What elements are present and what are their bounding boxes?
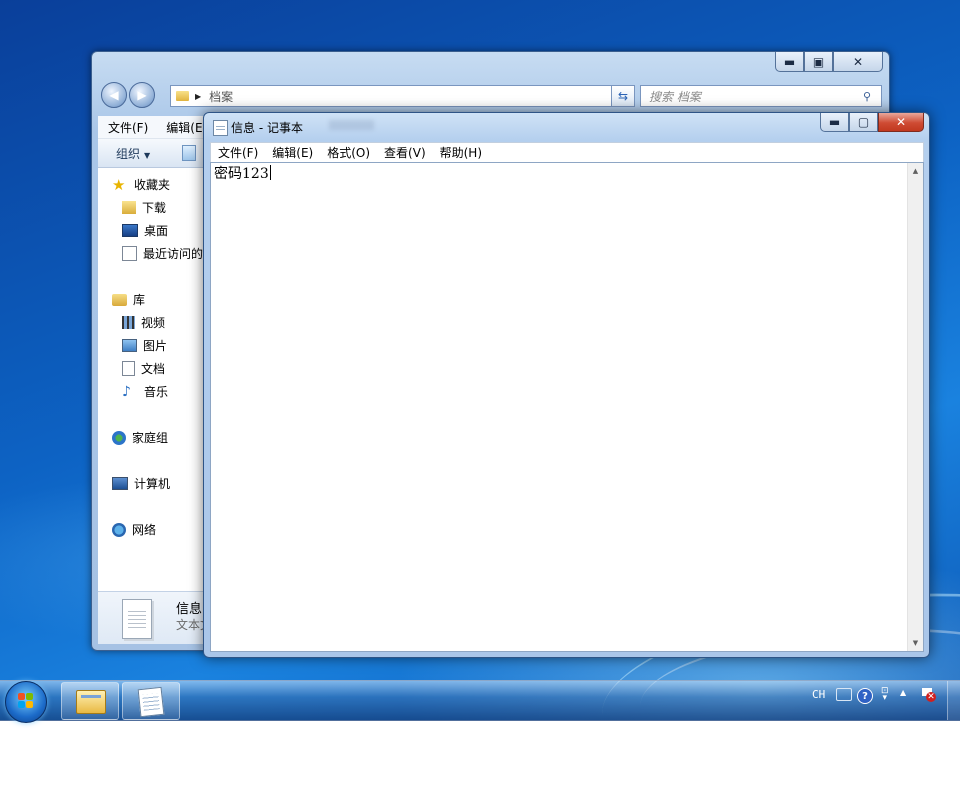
folder-icon <box>176 91 189 101</box>
notepad-app-icon <box>137 686 165 718</box>
notepad-window: 信息 - 记事本 ▬ ▢ ✕ 文件(F) 编辑(E) 格式(O) 查看(V) 帮… <box>203 112 930 658</box>
nav-item-label: 下载 <box>142 201 167 215</box>
explorer-maximize-button[interactable]: ▣ <box>804 52 833 72</box>
nav-item-downloads[interactable]: 下载 <box>122 199 166 216</box>
menu-file[interactable]: 文件(F) <box>211 144 265 161</box>
input-method-indicator[interactable]: CH <box>812 688 825 701</box>
vertical-scrollbar[interactable]: ▲ ▼ <box>907 163 923 651</box>
desktop-icon <box>122 224 138 237</box>
nav-item-pictures[interactable]: 图片 <box>122 337 167 354</box>
nav-item-documents[interactable]: 文档 <box>122 360 165 377</box>
explorer-close-button[interactable]: ✕ <box>833 52 883 72</box>
forward-button[interactable]: ▶ <box>129 82 155 108</box>
scroll-down-arrow-icon[interactable]: ▼ <box>908 635 923 651</box>
notepad-close-button[interactable]: ✕ <box>878 113 924 132</box>
notepad-menu-bar: 文件(F) 编辑(E) 格式(O) 查看(V) 帮助(H) <box>210 142 924 163</box>
action-center-flag-icon[interactable] <box>920 688 936 702</box>
scroll-up-arrow-icon[interactable]: ▲ <box>908 163 923 179</box>
menu-format[interactable]: 格式(O) <box>320 144 377 161</box>
nav-item-label: 桌面 <box>144 224 169 238</box>
title-glass-blur <box>329 120 374 130</box>
windows-logo-icon <box>18 693 34 709</box>
notepad-content[interactable]: 密码123 <box>214 165 271 183</box>
video-icon <box>122 316 135 329</box>
nav-homegroup-label: 家庭组 <box>132 431 169 445</box>
text-caret <box>269 165 271 180</box>
nav-item-label: 图片 <box>143 339 168 353</box>
back-arrow-icon: ◀ <box>109 88 119 102</box>
nav-network[interactable]: 网络 <box>112 521 156 538</box>
nav-computer[interactable]: 计算机 <box>112 475 170 492</box>
nav-item-desktop[interactable]: 桌面 <box>122 222 168 239</box>
show-hidden-icons-icon[interactable]: ▲ <box>900 688 906 697</box>
notepad-minimize-button[interactable]: ▬ <box>820 113 849 132</box>
nav-network-label: 网络 <box>132 523 157 537</box>
music-note-icon: ♪ <box>122 383 131 400</box>
library-folder-icon <box>112 293 127 306</box>
homegroup-icon <box>112 430 126 445</box>
menu-help[interactable]: 帮助(H) <box>433 144 489 161</box>
taskbar-notepad-button[interactable] <box>122 682 180 720</box>
menu-view[interactable]: 查看(V) <box>377 144 433 161</box>
search-placeholder[interactable]: 搜索 档案 <box>641 88 863 105</box>
organize-button[interactable]: 组织 ▼ <box>98 145 150 162</box>
picture-icon <box>122 339 137 352</box>
text-file-icon <box>122 599 152 639</box>
explorer-caption-buttons: ▬ ▣ ✕ <box>775 52 883 72</box>
nav-item-label: 视频 <box>141 316 166 330</box>
nav-favorites-label: 收藏夹 <box>134 178 171 192</box>
back-button[interactable]: ◀ <box>101 82 127 108</box>
star-icon: ★ <box>112 175 126 194</box>
downloads-folder-icon <box>122 201 136 214</box>
nav-libraries-label: 库 <box>133 293 146 307</box>
nav-item-recent[interactable]: 最近访问的 <box>122 245 203 262</box>
computer-icon <box>112 477 128 490</box>
nav-homegroup[interactable]: 家庭组 <box>112 429 168 446</box>
nav-computer-label: 计算机 <box>134 477 171 491</box>
toolbar-item-icon[interactable] <box>182 145 197 161</box>
organize-label: 组织 <box>116 146 141 161</box>
help-icon[interactable]: ? <box>857 688 873 704</box>
taskbar-explorer-button[interactable] <box>61 682 119 720</box>
notepad-text-area[interactable]: 密码123 ▲ ▼ <box>210 162 924 652</box>
nav-item-music[interactable]: ♪ 音乐 <box>122 383 168 400</box>
notepad-icon[interactable] <box>213 120 228 136</box>
start-button[interactable] <box>5 681 47 723</box>
explorer-folder-icon <box>76 690 106 714</box>
explorer-minimize-button[interactable]: ▬ <box>775 52 804 72</box>
ime-options-icon[interactable]: ⊡ ▾ <box>881 687 889 703</box>
search-box[interactable]: 搜索 档案 ⚲ <box>640 85 882 107</box>
menu-edit[interactable]: 编辑(E) <box>265 144 320 161</box>
refresh-icon: ⇆ <box>617 89 629 103</box>
notepad-title: 信息 - 记事本 <box>231 121 303 135</box>
notepad-caption-buttons: ▬ ▢ ✕ <box>820 113 924 132</box>
search-icon[interactable]: ⚲ <box>863 90 881 103</box>
keyboard-icon[interactable] <box>836 688 852 701</box>
breadcrumb-arrow-icon[interactable]: ▶ <box>195 92 201 101</box>
network-icon <box>112 522 126 537</box>
document-icon <box>122 361 135 376</box>
show-desktop-button[interactable] <box>947 681 960 720</box>
explorer-menu-file[interactable]: 文件(F) <box>98 119 156 136</box>
recent-places-icon <box>122 246 137 261</box>
address-bar[interactable]: ▶ 档案 ▼ <box>170 85 634 107</box>
address-path[interactable]: 档案 <box>209 88 618 105</box>
chevron-down-icon: ▼ <box>144 150 151 160</box>
refresh-button[interactable]: ⇆ <box>611 85 635 107</box>
nav-item-videos[interactable]: 视频 <box>122 314 165 331</box>
notepad-maximize-button[interactable]: ▢ <box>849 113 878 132</box>
notepad-content-text: 密码123 <box>214 166 269 182</box>
details-file-name: 信息 <box>176 602 203 617</box>
nav-libraries[interactable]: 库 <box>112 291 145 308</box>
forward-arrow-icon: ▶ <box>137 88 147 102</box>
nav-item-label: 最近访问的 <box>143 247 204 261</box>
nav-favorites[interactable]: ★ 收藏夹 <box>112 176 170 193</box>
nav-item-label: 文档 <box>141 362 166 376</box>
nav-item-label: 音乐 <box>144 385 169 399</box>
